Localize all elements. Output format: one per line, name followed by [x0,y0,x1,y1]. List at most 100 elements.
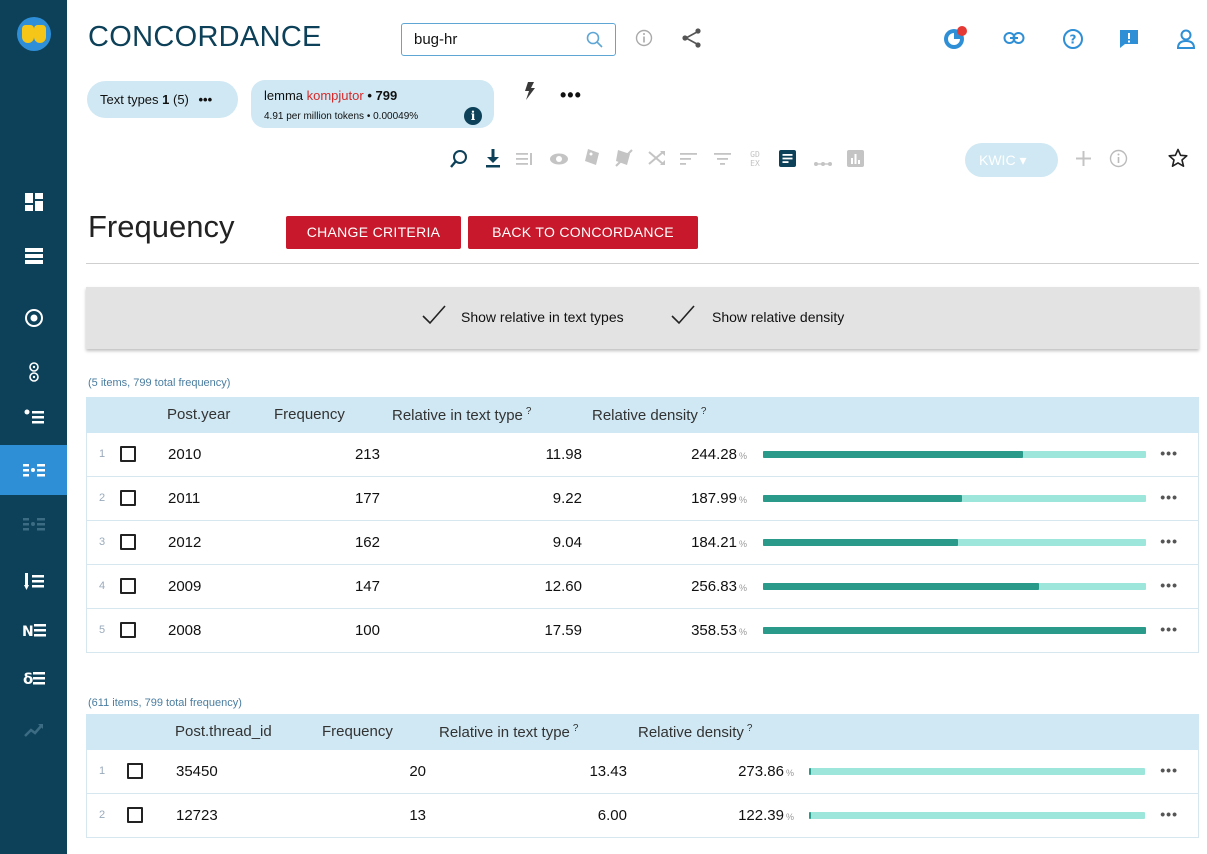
lemma-query-chip[interactable]: lemma kompjutor • 799 4.91 per million t… [251,80,494,128]
feedback-icon[interactable] [1118,28,1140,55]
check-icon[interactable] [422,305,446,330]
query-more-icon[interactable]: ••• [560,85,582,106]
frequency-icon[interactable] [0,445,67,495]
wordlist-icon[interactable] [0,395,67,439]
density-bar-fill [763,495,962,502]
percent-unit: % [785,812,794,822]
row-checkbox[interactable] [120,534,136,550]
row-number: 2 [99,492,106,504]
row-frequency: 162 [354,534,380,551]
row-checkbox[interactable] [120,578,136,594]
keywords-icon[interactable] [0,560,67,604]
change-criteria-button[interactable]: CHANGE CRITERIA [286,216,461,249]
lemma-info-icon[interactable]: i [464,107,482,125]
row-more-icon[interactable]: ••• [1160,445,1178,461]
connected-dots-icon [813,155,833,173]
row-more-icon[interactable]: ••• [1160,533,1178,549]
text-types-chip[interactable]: Text types 1 (5) ••• [87,81,238,118]
row-frequency: 177 [354,490,380,507]
corpus-search-field[interactable] [401,23,616,56]
row-number: 5 [99,624,106,636]
row-relative: 9.22 [552,490,582,507]
density-bar-fill [763,451,1023,458]
shuffle-icon [647,150,667,171]
text-types-more-icon[interactable]: ••• [199,92,213,107]
add-icon [1075,150,1092,172]
notifications-icon[interactable] [942,25,968,56]
filter-lines-icon [714,152,732,171]
view-mode-select[interactable]: KWIC ▾ [965,143,1058,177]
check-icon[interactable] [671,305,695,330]
search-icon[interactable] [586,31,603,53]
row-more-icon[interactable]: ••• [1160,806,1178,822]
row-checkbox[interactable] [120,490,136,506]
filter-tag-icon [582,148,602,173]
corpus-input[interactable] [414,31,574,48]
toolbar-info-icon[interactable] [1109,149,1128,173]
svg-text:GD: GD [750,150,760,159]
density-bar-fill [763,539,958,546]
svg-text:?: ? [1070,33,1077,47]
percent-unit: % [738,583,747,593]
user-icon[interactable] [1176,28,1196,55]
row-number: 1 [99,448,106,460]
percent-unit: % [785,768,794,778]
terms-icon[interactable]: δ [0,656,67,700]
row-more-icon[interactable]: ••• [1160,621,1178,637]
row-value: 2008 [168,622,202,639]
download-icon[interactable] [484,148,502,173]
target-icon[interactable] [0,296,67,340]
column-header[interactable]: Post.year [167,406,230,423]
link-icon[interactable] [1003,30,1025,51]
column-header-label: Relative in text type [392,407,523,424]
dashboard-icon[interactable] [0,180,67,224]
row-more-icon[interactable]: ••• [1160,762,1178,778]
share-icon[interactable] [681,27,703,54]
info-icon[interactable] [635,29,653,52]
show-relative-text-types-option[interactable]: Show relative in text types [461,309,624,325]
table-row: 3 2012 162 9.04 184.21% ••• [86,521,1199,565]
row-density: 256.83% [691,578,747,595]
help-mark: ? [525,406,532,417]
row-density-value: 273.86 [738,763,784,780]
row-relative: 6.00 [597,807,627,824]
column-header[interactable]: Relative in text type? [439,723,578,741]
lightning-icon[interactable] [524,82,536,105]
ngrams-icon[interactable]: N [0,608,67,652]
show-relative-density-option[interactable]: Show relative density [712,309,844,325]
app-logo[interactable] [17,17,51,51]
column-header[interactable]: Relative in text type? [392,406,531,424]
column-header[interactable]: Relative density? [592,406,706,424]
chart-icon [847,150,864,172]
column-header[interactable]: Frequency [274,406,345,423]
document-icon[interactable] [779,150,796,172]
collocations-icon[interactable] [0,350,67,394]
star-icon[interactable] [1168,148,1188,173]
list-icon[interactable] [0,234,67,278]
column-header[interactable]: Relative density? [638,723,752,741]
row-more-icon[interactable]: ••• [1160,489,1178,505]
help-mark: ? [700,406,707,417]
row-checkbox[interactable] [127,763,143,779]
column-header[interactable]: Frequency [322,723,393,740]
help-icon[interactable]: ? [1062,28,1084,55]
row-density-value: 184.21 [691,534,737,551]
row-checkbox[interactable] [120,446,136,462]
density-bar-fill [763,627,1146,634]
help-mark: ? [572,723,579,734]
density-bar [809,812,1145,819]
row-value: 2012 [168,534,202,551]
svg-text:N: N [22,624,34,637]
density-bar-fill [763,583,1039,590]
row-density: 187.99% [691,490,747,507]
zoom-search-icon[interactable] [449,149,469,174]
row-density: 273.86% [738,763,794,780]
row-checkbox[interactable] [127,807,143,823]
density-bar-fill [809,812,811,819]
density-bar [763,495,1146,502]
row-more-icon[interactable]: ••• [1160,577,1178,593]
column-header[interactable]: Post.thread_id [175,723,272,740]
row-checkbox[interactable] [120,622,136,638]
lemma-stats: 4.91 per million tokens • 0.00049% [264,111,419,122]
back-to-concordance-button[interactable]: BACK TO CONCORDANCE [468,216,698,249]
